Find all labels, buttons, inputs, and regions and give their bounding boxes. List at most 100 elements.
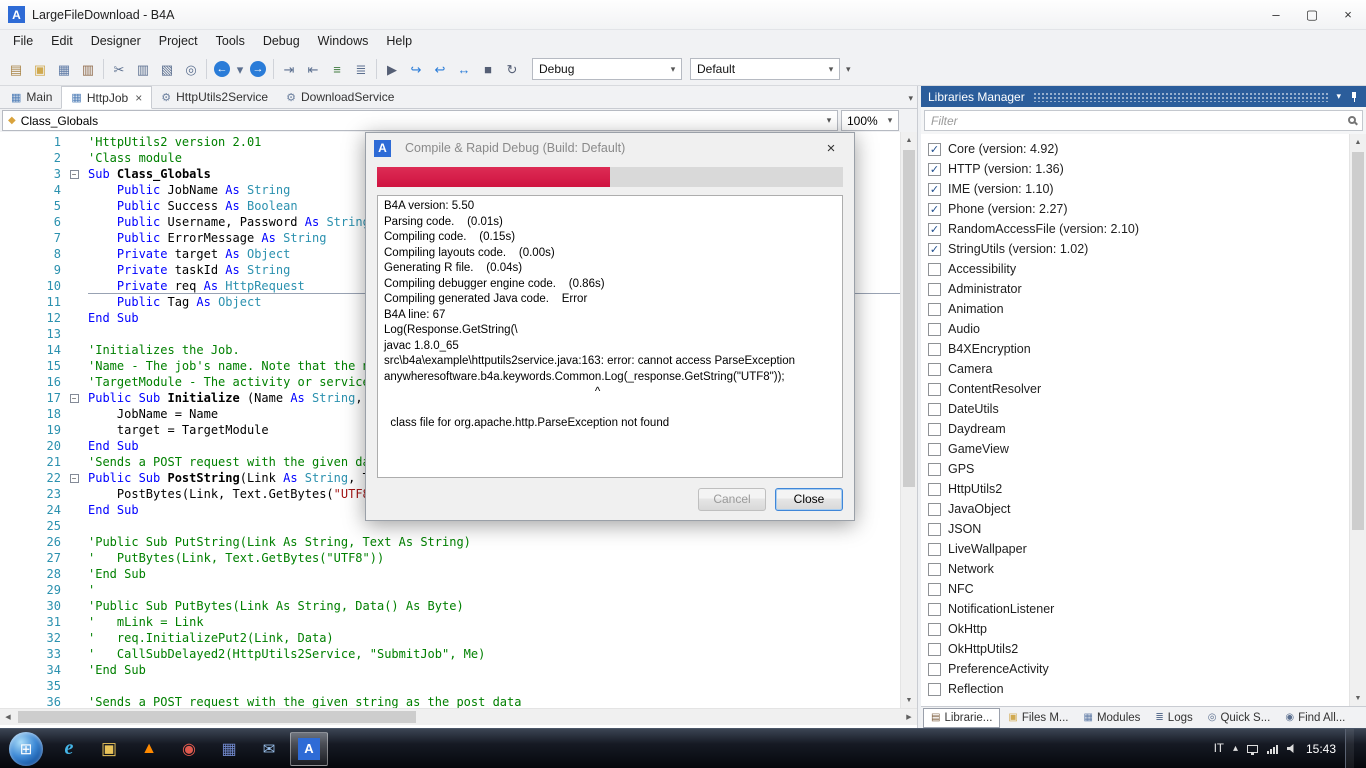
back-icon[interactable]: ← (210, 57, 234, 81)
library-checkbox[interactable] (928, 583, 941, 596)
menu-item-help[interactable]: Help (377, 30, 421, 53)
show-desktop-button[interactable] (1345, 729, 1354, 768)
copy-icon[interactable]: ▥ (131, 57, 155, 81)
scroll-down-icon[interactable]: ▼ (901, 692, 917, 708)
library-checkbox[interactable] (928, 463, 941, 476)
internet-explorer-icon[interactable]: e (50, 732, 88, 766)
bottom-tab-logs[interactable]: ≣Logs (1148, 708, 1199, 728)
library-checkbox[interactable] (928, 683, 941, 696)
scroll-up-icon[interactable]: ▲ (1350, 134, 1366, 150)
windows-explorer-icon[interactable]: ▣ (90, 732, 128, 766)
build-configuration-dropdown[interactable]: Debug ▾ (532, 58, 682, 80)
bottom-tab-binoculars[interactable]: ◉Find All... (1278, 708, 1352, 728)
library-checkbox[interactable] (928, 303, 941, 316)
media-player-icon[interactable]: ◉ (170, 732, 208, 766)
step-into-icon[interactable]: ↪ (404, 57, 428, 81)
menu-item-project[interactable]: Project (150, 30, 207, 53)
bottom-tab-search[interactable]: ◎Quick S... (1201, 708, 1278, 728)
bottom-tab-book[interactable]: ▤Librarie... (923, 708, 1000, 728)
library-checkbox[interactable] (928, 283, 941, 296)
toolbar-overflow-icon[interactable]: ▾ (846, 64, 851, 75)
library-checkbox[interactable] (928, 383, 941, 396)
paste-icon[interactable]: ▧ (155, 57, 179, 81)
compile-icon[interactable]: ▥ (76, 57, 100, 81)
scope-dropdown[interactable]: ◆ Class_Globals ▾ (2, 110, 838, 131)
editor-horizontal-scrollbar[interactable]: ◀ ▶ (0, 708, 917, 725)
resume-icon[interactable]: ↔ (452, 57, 476, 81)
library-checkbox[interactable]: ✓ (928, 243, 941, 256)
library-checkbox[interactable]: ✓ (928, 183, 941, 196)
run-configuration-dropdown[interactable]: Default ▾ (690, 58, 840, 80)
cut-icon[interactable]: ✂ (107, 57, 131, 81)
scrollbar-track[interactable] (1350, 150, 1366, 690)
tab-downloadservice[interactable]: ⚙DownloadService (277, 86, 403, 108)
library-checkbox[interactable] (928, 443, 941, 456)
stop-icon[interactable]: ■ (476, 57, 500, 81)
fold-collapse-icon[interactable]: − (70, 170, 79, 179)
menu-item-windows[interactable]: Windows (309, 30, 378, 53)
library-checkbox[interactable] (928, 323, 941, 336)
vlc-icon[interactable]: ▲ (130, 732, 168, 766)
outlook-icon[interactable]: ✉ (250, 732, 288, 766)
start-button[interactable]: ⊞ (9, 732, 43, 766)
library-checkbox[interactable] (928, 663, 941, 676)
dialog-close-icon[interactable]: × (816, 140, 846, 157)
b4a-taskbar-icon[interactable]: A (290, 732, 328, 766)
library-checkbox[interactable] (928, 403, 941, 416)
menu-item-designer[interactable]: Designer (82, 30, 150, 53)
libraries-scrollbar[interactable]: ▲ ▼ (1349, 134, 1366, 706)
comment-icon[interactable]: ≡ (325, 57, 349, 81)
filter-input[interactable] (924, 110, 1363, 131)
minimize-button[interactable]: – (1258, 0, 1294, 29)
scrollbar-thumb[interactable] (18, 711, 416, 723)
library-checkbox[interactable] (928, 343, 941, 356)
library-checkbox[interactable] (928, 503, 941, 516)
network-signal-icon[interactable] (1267, 744, 1278, 754)
library-checkbox[interactable] (928, 483, 941, 496)
tab-httputils2service[interactable]: ⚙HttpUtils2Service (152, 86, 277, 108)
library-checkbox[interactable] (928, 523, 941, 536)
hidden-icons-button[interactable]: ▴ (1233, 743, 1238, 754)
scrollbar-thumb[interactable] (903, 150, 915, 487)
scrollbar-track[interactable] (16, 709, 901, 725)
new-file-icon[interactable]: ▤ (4, 57, 28, 81)
menu-item-tools[interactable]: Tools (207, 30, 254, 53)
restart-icon[interactable]: ↻ (500, 57, 524, 81)
scroll-left-icon[interactable]: ◀ (0, 713, 16, 721)
library-checkbox[interactable] (928, 563, 941, 576)
scrollbar-thumb[interactable] (1352, 152, 1364, 530)
bottom-tab-folder[interactable]: ▣Files M... (1001, 708, 1075, 728)
close-button[interactable]: × (1330, 0, 1366, 29)
scroll-up-icon[interactable]: ▲ (901, 132, 917, 148)
library-checkbox[interactable]: ✓ (928, 143, 941, 156)
tab-scroll-icon[interactable]: ▾ (908, 93, 913, 104)
menu-item-file[interactable]: File (4, 30, 42, 53)
maximize-button[interactable]: ▢ (1294, 0, 1330, 29)
library-checkbox[interactable] (928, 263, 941, 276)
pin-icon[interactable] (1349, 91, 1359, 103)
volume-icon[interactable] (1287, 744, 1297, 754)
library-checkbox[interactable] (928, 603, 941, 616)
library-checkbox[interactable]: ✓ (928, 163, 941, 176)
outdent-icon[interactable]: ⇤ (301, 57, 325, 81)
app-window-icon[interactable]: ▦ (210, 732, 248, 766)
fold-collapse-icon[interactable]: − (70, 394, 79, 403)
close-dialog-button[interactable]: Close (775, 488, 843, 511)
window-position-icon[interactable]: ▾ (1336, 91, 1341, 102)
library-checkbox[interactable]: ✓ (928, 223, 941, 236)
bottom-tab-modules[interactable]: ▦Modules (1076, 708, 1147, 728)
display-icon[interactable] (1247, 745, 1258, 753)
save-icon[interactable]: ▦ (52, 57, 76, 81)
uncomment-icon[interactable]: ≣ (349, 57, 373, 81)
library-checkbox[interactable] (928, 363, 941, 376)
zoom-dropdown[interactable]: 100% ▾ (841, 110, 899, 131)
back-dropdown-icon[interactable]: ▾ (234, 57, 246, 81)
menu-item-debug[interactable]: Debug (254, 30, 309, 53)
forward-icon[interactable]: → (246, 57, 270, 81)
indent-icon[interactable]: ⇥ (277, 57, 301, 81)
library-checkbox[interactable]: ✓ (928, 203, 941, 216)
scrollbar-track[interactable] (901, 148, 917, 692)
scroll-right-icon[interactable]: ▶ (901, 713, 917, 721)
menu-item-edit[interactable]: Edit (42, 30, 82, 53)
scroll-down-icon[interactable]: ▼ (1350, 690, 1366, 706)
